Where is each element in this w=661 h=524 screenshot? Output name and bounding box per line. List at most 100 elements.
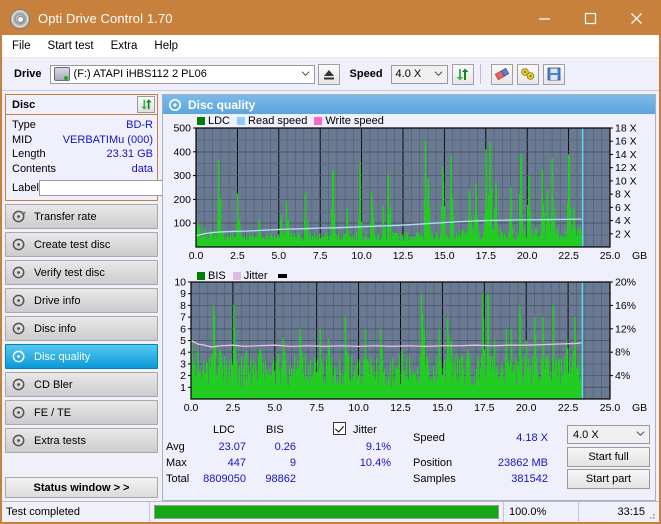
save-icon [547, 67, 560, 81]
progress-track [154, 505, 499, 519]
disc-quality-icon [12, 350, 25, 363]
sidebar-item-create-test-disc[interactable]: Create test disc [5, 232, 158, 257]
jitter-checkbox[interactable] [333, 422, 346, 435]
disc-value: VERBATIMu (000) [62, 133, 153, 146]
sidebar-item-disc-info[interactable]: Disc info [5, 316, 158, 341]
svg-text:10 X: 10 X [615, 175, 637, 187]
legend-swatch-black [277, 274, 287, 278]
eject-button[interactable] [317, 63, 340, 85]
sidebar-item-label: CD Bler [34, 378, 73, 391]
sidebar-item-label: FE / TE [34, 406, 72, 419]
speed-info-label: Speed [413, 432, 445, 444]
sidebar-item-extra-tests[interactable]: Extra tests [5, 428, 158, 453]
bis-chart-legend: BIS Jitter [197, 270, 287, 282]
position-info-label: Position [413, 457, 453, 469]
sidebar-item-disc-quality[interactable]: Disc quality [5, 344, 158, 369]
legend-swatch [197, 117, 205, 125]
disc-panel-title: Disc [12, 98, 36, 111]
svg-text:4: 4 [180, 347, 186, 359]
refresh-button[interactable] [451, 63, 474, 85]
disc-label-row: Label [12, 179, 244, 197]
svg-text:4 X: 4 X [615, 215, 631, 227]
status-bar: Test completed 100.0% 33:15 [2, 501, 659, 522]
svg-text:20.0: 20.0 [516, 402, 537, 414]
sidebar-item-label: Create test disc [34, 238, 111, 251]
window-title: Opti Drive Control 1.70 [38, 11, 173, 26]
test-speed-select[interactable]: 4.0 X [567, 425, 650, 444]
maximize-icon[interactable] [567, 2, 613, 35]
disc-key: Length [12, 148, 46, 160]
svg-text:25.0: 25.0 [600, 402, 621, 414]
svg-text:8: 8 [180, 300, 186, 312]
stats-col-header-ldc: LDC [213, 424, 236, 436]
window-controls [521, 2, 659, 35]
sidebar-item-fe-te[interactable]: FE / TE [5, 400, 158, 425]
main-content: Disc Type BD-R MID VERBATIMu (000) Lengt… [2, 91, 659, 501]
panel-title: Disc quality [188, 97, 256, 112]
svg-text:9: 9 [180, 288, 186, 300]
chevron-down-icon [636, 431, 645, 437]
stats-bis-avg: 0.26 [274, 441, 296, 453]
drive-select[interactable]: (F:) ATAPI iHBS112 2 PL06 [49, 64, 315, 84]
sidebar-item-drive-info[interactable]: Drive info [5, 288, 158, 313]
speed-label: Speed [349, 68, 383, 80]
disc-label-key: Label [12, 182, 39, 194]
disc-row-length: Length 23.31 GB [12, 147, 153, 162]
title-bar: Opti Drive Control 1.70 [2, 2, 659, 35]
stats-row-label-avg: Avg [166, 441, 185, 453]
svg-text:18 X: 18 X [615, 123, 637, 135]
svg-text:4%: 4% [615, 370, 630, 382]
disc-value: BD-R [126, 119, 153, 131]
svg-text:GB: GB [632, 402, 647, 414]
svg-text:8%: 8% [615, 347, 630, 359]
legend-label: Read speed [248, 115, 308, 127]
jitter-checkbox-box [333, 422, 346, 435]
menu-help[interactable]: Help [154, 40, 178, 52]
menu-extra[interactable]: Extra [111, 40, 138, 52]
svg-text:2: 2 [180, 370, 186, 382]
disc-key: Type [12, 119, 36, 131]
svg-text:7: 7 [180, 312, 186, 324]
menu-start-test[interactable]: Start test [48, 40, 94, 52]
svg-text:400: 400 [173, 146, 191, 158]
progress-bar [150, 502, 503, 522]
stats-bis-max: 9 [289, 457, 296, 469]
config-button[interactable] [516, 63, 539, 85]
legend-label: BIS [208, 270, 226, 282]
svg-text:10.0: 10.0 [348, 402, 369, 414]
resize-grip-icon[interactable] [646, 510, 656, 520]
disc-fete-icon [12, 406, 25, 419]
erase-button[interactable] [490, 63, 513, 85]
svg-text:17.5: 17.5 [474, 402, 495, 414]
svg-text:GB: GB [632, 250, 647, 262]
sidebar-item-label: Drive info [34, 294, 81, 307]
sidebar-item-transfer-rate[interactable]: Transfer rate [5, 204, 158, 229]
svg-text:500: 500 [173, 123, 191, 135]
menu-file[interactable]: File [12, 40, 31, 52]
start-part-button[interactable]: Start part [567, 469, 650, 489]
speed-select[interactable]: 4.0 X [390, 64, 448, 84]
disc-refresh-button[interactable] [137, 96, 155, 113]
disc-row-type: Type BD-R [12, 118, 153, 133]
svg-text:10: 10 [174, 277, 186, 289]
svg-text:300: 300 [173, 170, 191, 182]
start-full-button[interactable]: Start full [567, 447, 650, 467]
progress-fill [155, 506, 498, 518]
svg-text:16 X: 16 X [615, 136, 637, 148]
legend-swatch [237, 117, 246, 125]
refresh-icon [456, 68, 469, 80]
sidebar-item-cd-bler[interactable]: CD Bler [5, 372, 158, 397]
save-button[interactable] [542, 63, 565, 85]
close-icon[interactable] [613, 2, 659, 35]
svg-text:200: 200 [173, 194, 191, 206]
menu-bar: File Start test Extra Help [2, 35, 659, 58]
disc-extra-icon [12, 434, 25, 447]
minimize-icon[interactable] [521, 2, 567, 35]
sidebar-item-verify-test-disc[interactable]: Verify test disc [5, 260, 158, 285]
svg-text:2 X: 2 X [615, 228, 631, 240]
legend-swatch [314, 117, 323, 125]
svg-text:12 X: 12 X [615, 162, 637, 174]
statistics-error-table: LDC BIS Avg Max Total 23.07 447 8809050 … [163, 421, 413, 492]
status-window-button[interactable]: Status window > > [5, 477, 158, 498]
